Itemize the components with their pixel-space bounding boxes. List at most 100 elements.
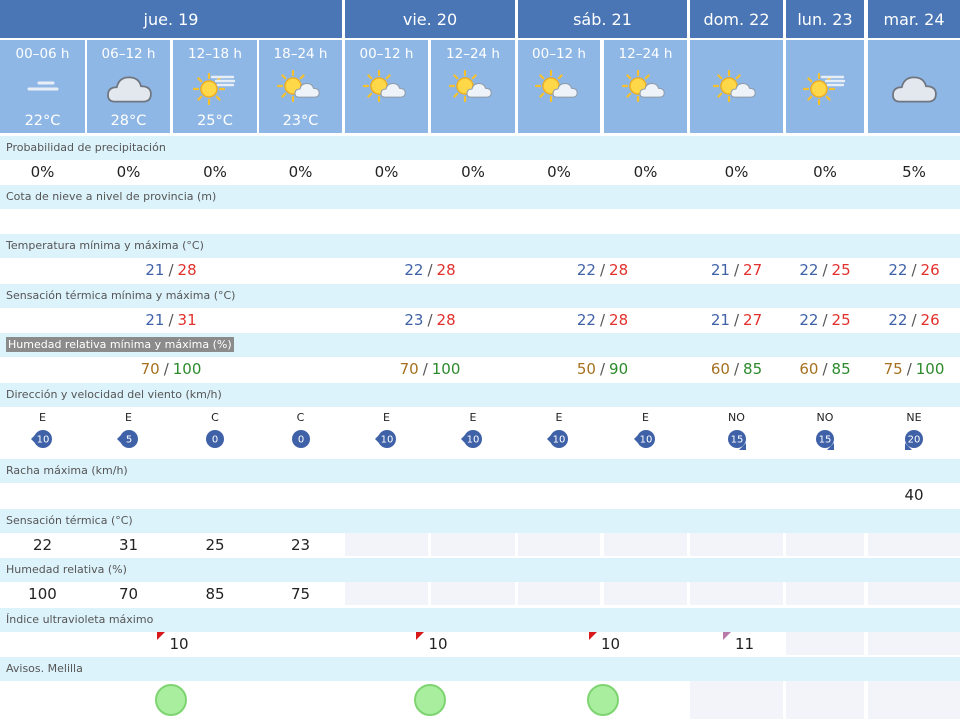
min-value: 70 bbox=[399, 359, 419, 378]
precip-cell: 0% bbox=[345, 160, 428, 183]
snow-cell bbox=[173, 209, 257, 232]
hum-cell: 70/100 bbox=[0, 357, 342, 380]
day-header-1[interactable]: vie. 20 bbox=[345, 0, 515, 38]
feel-cell: 22/28 bbox=[518, 308, 687, 331]
warning-cell[interactable] bbox=[345, 681, 515, 719]
feel-cell: 22/25 bbox=[786, 308, 864, 331]
day-header-2[interactable]: sáb. 21 bbox=[518, 0, 687, 38]
hum_p-cell: 70 bbox=[87, 582, 170, 605]
day-label: jue. 19 bbox=[143, 9, 199, 29]
wind-arrow-icon: 0 bbox=[291, 430, 310, 448]
min-value: 22 bbox=[799, 310, 819, 329]
gust-cell bbox=[0, 483, 85, 506]
precip-value: 5% bbox=[902, 162, 926, 181]
gust-cell bbox=[518, 483, 600, 506]
row-label-text: Dirección y velocidad del viento (km/h) bbox=[6, 388, 222, 401]
min-value: 22 bbox=[888, 260, 908, 279]
sun-cloud-icon bbox=[618, 69, 674, 105]
day-header-0[interactable]: jue. 19 bbox=[0, 0, 342, 38]
separator: / bbox=[599, 260, 606, 279]
uv-level-marker bbox=[157, 632, 165, 640]
min-value: 22 bbox=[576, 260, 596, 279]
row-label-text: Humedad relativa (%) bbox=[6, 563, 127, 576]
max-value: 28 bbox=[609, 310, 629, 329]
forecast-table: jue. 19 vie. 20 sáb. 21 dom. 22 lun. 23 mar. … bbox=[0, 0, 960, 720]
wind-speed: 15 bbox=[819, 435, 832, 446]
day-header-5[interactable]: mar. 24 bbox=[868, 0, 960, 38]
feel_p-cell: 25 bbox=[173, 533, 257, 556]
wind-cell: C0 bbox=[259, 407, 342, 457]
wind-cell: E 10 bbox=[518, 407, 600, 457]
day-header-3[interactable]: dom. 22 bbox=[690, 0, 783, 38]
feel_p-empty-cell bbox=[604, 533, 687, 556]
uv-value: 10 bbox=[169, 635, 189, 653]
hum-cell: 75/100 bbox=[868, 357, 960, 380]
hum_p-value: 75 bbox=[290, 584, 311, 603]
precip-value: 0% bbox=[461, 162, 485, 181]
max-value: 28 bbox=[177, 260, 197, 279]
warning-green-icon[interactable] bbox=[155, 684, 187, 716]
min-value: 70 bbox=[140, 359, 160, 378]
warning-cell[interactable] bbox=[518, 681, 687, 719]
max-value: 100 bbox=[915, 359, 945, 378]
separator: / bbox=[422, 359, 428, 378]
hum_p-empty-cell bbox=[868, 582, 960, 605]
day-header-4[interactable]: lun. 23 bbox=[786, 0, 864, 38]
period-time: 18–24 h bbox=[273, 46, 328, 62]
min-value: 60 bbox=[710, 359, 730, 378]
period-header-4: 00–12 h bbox=[345, 40, 428, 133]
min-value: 23 bbox=[404, 310, 424, 329]
period-header-7: 12–24 h bbox=[604, 40, 687, 133]
wind-speed: 20 bbox=[908, 435, 921, 446]
hum_p-cell: 75 bbox=[259, 582, 342, 605]
wind-direction: E bbox=[555, 411, 563, 424]
gust-cell bbox=[604, 483, 687, 506]
feel_p-cell: 31 bbox=[87, 533, 170, 556]
warning-cell[interactable] bbox=[0, 681, 342, 719]
row-label-hum: Humedad relativa mínima y máxima (%) bbox=[0, 333, 960, 357]
wind-cell: E 10 bbox=[431, 407, 515, 457]
wind-direction: C bbox=[211, 411, 219, 424]
feel_p-empty-cell bbox=[518, 533, 600, 556]
temp-cell: 22/26 bbox=[868, 258, 960, 281]
feel_p-empty-cell bbox=[868, 533, 960, 556]
wind-direction: E bbox=[383, 411, 390, 424]
cloud-icon bbox=[101, 69, 157, 105]
max-value: 25 bbox=[831, 310, 851, 329]
row-label-temp: Temperatura mínima y máxima (°C) bbox=[0, 234, 960, 258]
temp-cell: 22/28 bbox=[518, 258, 687, 281]
wind-arrow-icon: 15 bbox=[816, 430, 834, 450]
hum_p-empty-cell bbox=[690, 582, 783, 605]
feel_p-cell: 23 bbox=[259, 533, 342, 556]
precip-value: 0% bbox=[288, 162, 313, 181]
warning-green-icon[interactable] bbox=[586, 684, 619, 716]
wind-arrow-icon: 10 bbox=[461, 430, 482, 448]
hum-cell: 60/85 bbox=[786, 357, 864, 380]
hum-cell: 60/85 bbox=[690, 357, 783, 380]
period-time: 12–24 h bbox=[446, 46, 500, 62]
separator: / bbox=[822, 260, 828, 279]
hum_p-empty-cell bbox=[431, 582, 515, 605]
snow-cell bbox=[518, 209, 600, 232]
hum-cell: 50/90 bbox=[518, 357, 687, 380]
hum-cell: 70/100 bbox=[345, 357, 515, 380]
uv-empty-cell bbox=[868, 632, 960, 655]
gust-cell bbox=[786, 483, 864, 506]
warning-green-icon[interactable] bbox=[414, 684, 446, 716]
feel_p-empty-cell bbox=[431, 533, 515, 556]
max-value: 28 bbox=[609, 260, 629, 279]
wind-arrow-icon: 0 bbox=[206, 430, 224, 448]
day-label: vie. 20 bbox=[402, 9, 458, 29]
row-label-text: Avisos. Melilla bbox=[6, 662, 83, 675]
separator: / bbox=[733, 310, 740, 329]
uv-value: 11 bbox=[734, 635, 755, 653]
hum_p-cell: 85 bbox=[173, 582, 257, 605]
precip-cell: 0% bbox=[786, 160, 864, 183]
gust-cell bbox=[345, 483, 428, 506]
min-value: 21 bbox=[710, 310, 730, 329]
snow-cell bbox=[345, 209, 428, 232]
max-value: 27 bbox=[743, 260, 763, 279]
uv-level-marker bbox=[416, 632, 424, 640]
feel-cell: 21/31 bbox=[0, 308, 342, 331]
feel_p-empty-cell bbox=[690, 533, 783, 556]
